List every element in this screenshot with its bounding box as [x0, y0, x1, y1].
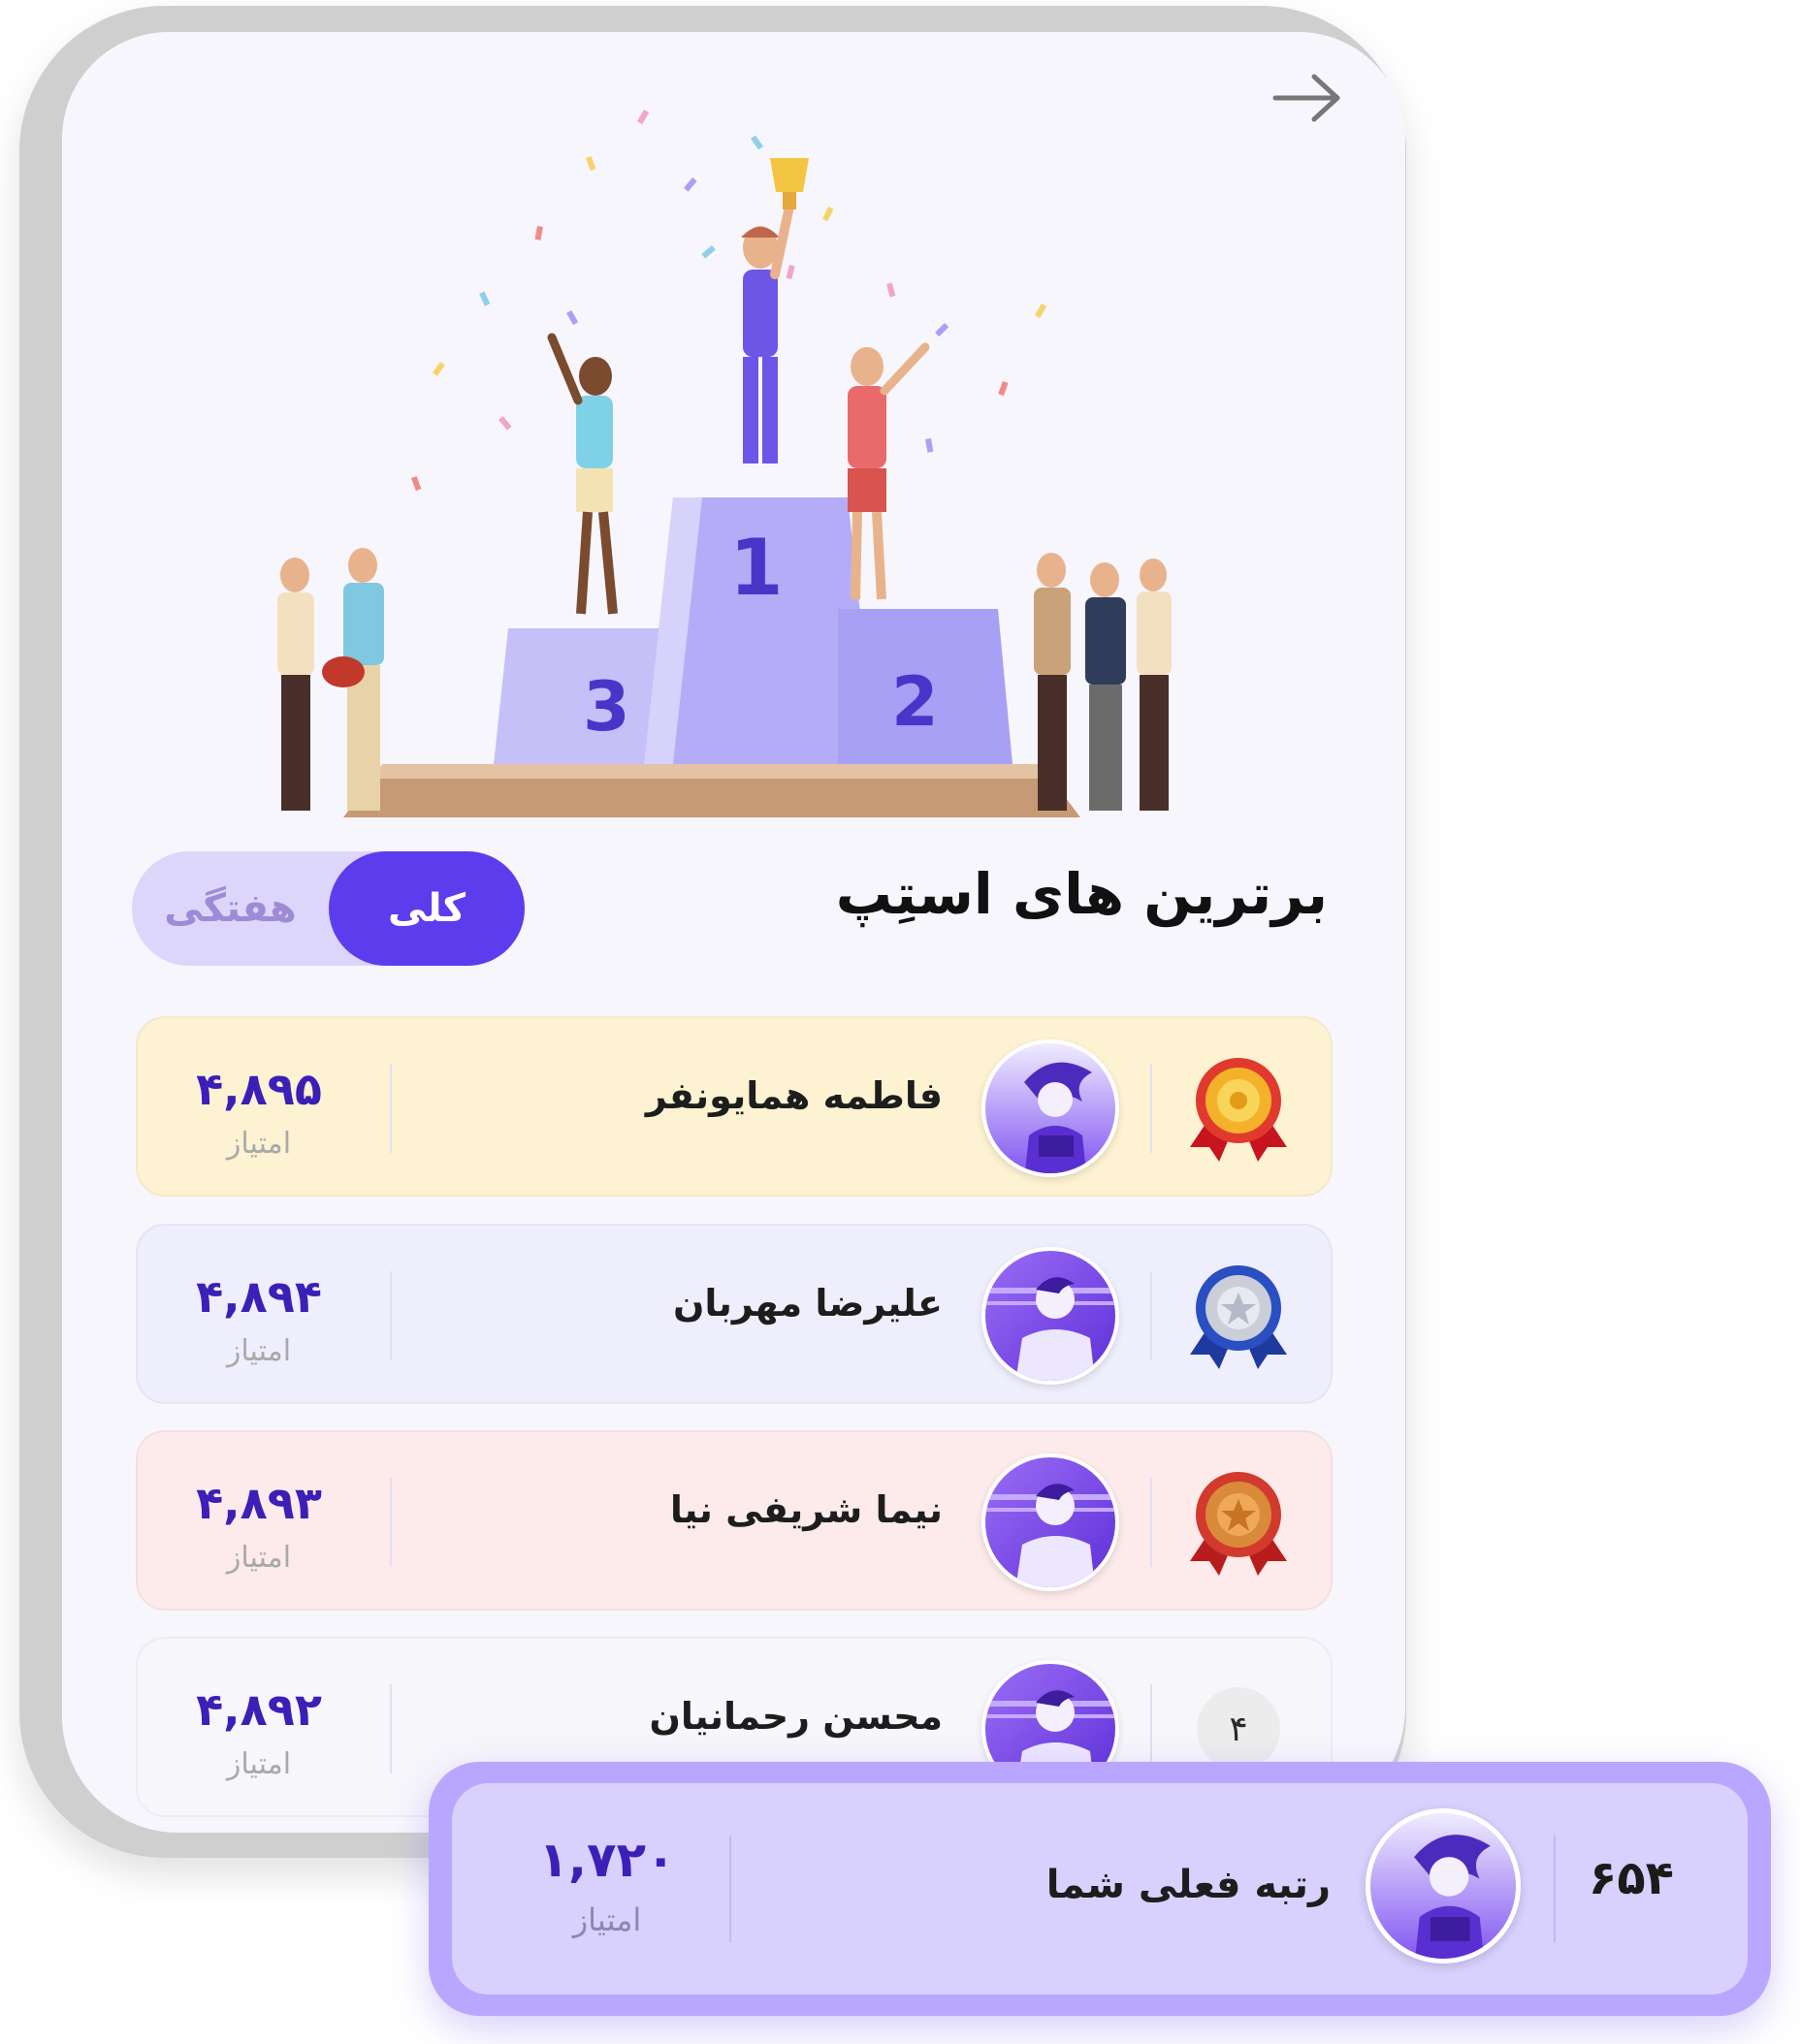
bronze-medal-icon — [1190, 1472, 1287, 1576]
player-name: فاطمه همایونفر — [645, 1074, 943, 1117]
divider — [390, 1478, 392, 1567]
divider — [1554, 1836, 1556, 1942]
female-runner-avatar — [985, 1043, 1115, 1173]
app-mockup: 3 1 2 برترین های استِپ کلی هفتگی فاطمه ه… — [0, 0, 1800, 2044]
silver-medal-icon — [1190, 1265, 1287, 1369]
divider — [1150, 1478, 1152, 1567]
player-name: نیما شریفی نیا — [669, 1488, 943, 1531]
period-toggle: کلی هفتگی — [132, 851, 525, 966]
spectators-left — [277, 548, 384, 811]
current-user-score: ۱,۷۲۰ — [538, 1832, 676, 1888]
leaderboard-row[interactable]: علیرضا مهربان ۴,۸۹۴ امتیاز — [136, 1224, 1333, 1404]
avatar — [981, 1453, 1119, 1591]
arrow-right-icon[interactable] — [1270, 69, 1347, 127]
divider — [390, 1684, 392, 1773]
tab-overall[interactable]: کلی — [329, 851, 525, 966]
score-label: امتیاز — [226, 1334, 292, 1368]
avatar — [1366, 1808, 1521, 1964]
score-label: امتیاز — [226, 1747, 292, 1781]
avatar — [981, 1039, 1119, 1177]
divider — [390, 1064, 392, 1153]
divider — [1150, 1064, 1152, 1153]
player-score: ۴,۸۹۳ — [196, 1477, 322, 1529]
current-user-panel: ۶۵۴ رتبه فعلی شما ۱,۷۲۰ امتیاز — [452, 1783, 1748, 1995]
second-place-figure — [848, 342, 930, 600]
leaderboard-row[interactable]: فاطمه همایونفر ۴,۸۹۵ امتیاز — [136, 1016, 1333, 1197]
male-runner-avatar — [985, 1457, 1115, 1587]
rank-badge — [1146, 1432, 1331, 1613]
svg-text:2: 2 — [891, 662, 939, 742]
divider — [729, 1836, 731, 1942]
divider — [390, 1271, 392, 1360]
leaderboard-row[interactable]: نیما شریفی نیا ۴,۸۹۳ امتیاز — [136, 1430, 1333, 1611]
rank-badge — [1146, 1226, 1331, 1406]
winner-figure — [741, 158, 809, 463]
score-label: امتیاز — [572, 1901, 642, 1938]
player-name: علیرضا مهربان — [672, 1282, 943, 1325]
player-name: محسن رحمانیان — [649, 1695, 944, 1738]
divider — [1150, 1271, 1152, 1360]
rank-number: ۴ — [1197, 1687, 1280, 1771]
svg-text:3: 3 — [583, 667, 630, 747]
podium-illustration: 3 1 2 — [277, 109, 1172, 817]
player-score: ۴,۸۹۴ — [196, 1270, 322, 1323]
player-score: ۴,۸۹۲ — [196, 1683, 322, 1736]
gold-medal-icon — [1190, 1058, 1287, 1162]
current-user-label: رتبه فعلی شما — [1045, 1863, 1331, 1907]
current-user-card[interactable]: ۶۵۴ رتبه فعلی شما ۱,۷۲۰ امتیاز — [429, 1762, 1771, 2016]
score-label: امتیاز — [226, 1541, 292, 1575]
spectators-right — [1034, 553, 1172, 811]
female-runner-avatar — [1370, 1813, 1516, 1959]
current-user-rank: ۶۵۴ — [1589, 1851, 1674, 1905]
confetti — [410, 109, 1047, 492]
page-title: برترین های استِپ — [835, 861, 1328, 927]
phone-frame: 3 1 2 برترین های استِپ کلی هفتگی فاطمه ه… — [19, 6, 1406, 1858]
divider — [1150, 1684, 1152, 1773]
score-label: امتیاز — [226, 1127, 292, 1161]
svg-text:1: 1 — [729, 523, 784, 613]
player-score: ۴,۸۹۵ — [196, 1063, 322, 1115]
rank-badge — [1146, 1018, 1331, 1198]
leaderboard-screen: 3 1 2 برترین های استِپ کلی هفتگی فاطمه ه… — [62, 32, 1405, 1833]
male-runner-avatar — [985, 1251, 1115, 1381]
tab-weekly[interactable]: هفتگی — [132, 851, 329, 966]
third-place-figure — [547, 333, 618, 615]
avatar — [981, 1247, 1119, 1385]
